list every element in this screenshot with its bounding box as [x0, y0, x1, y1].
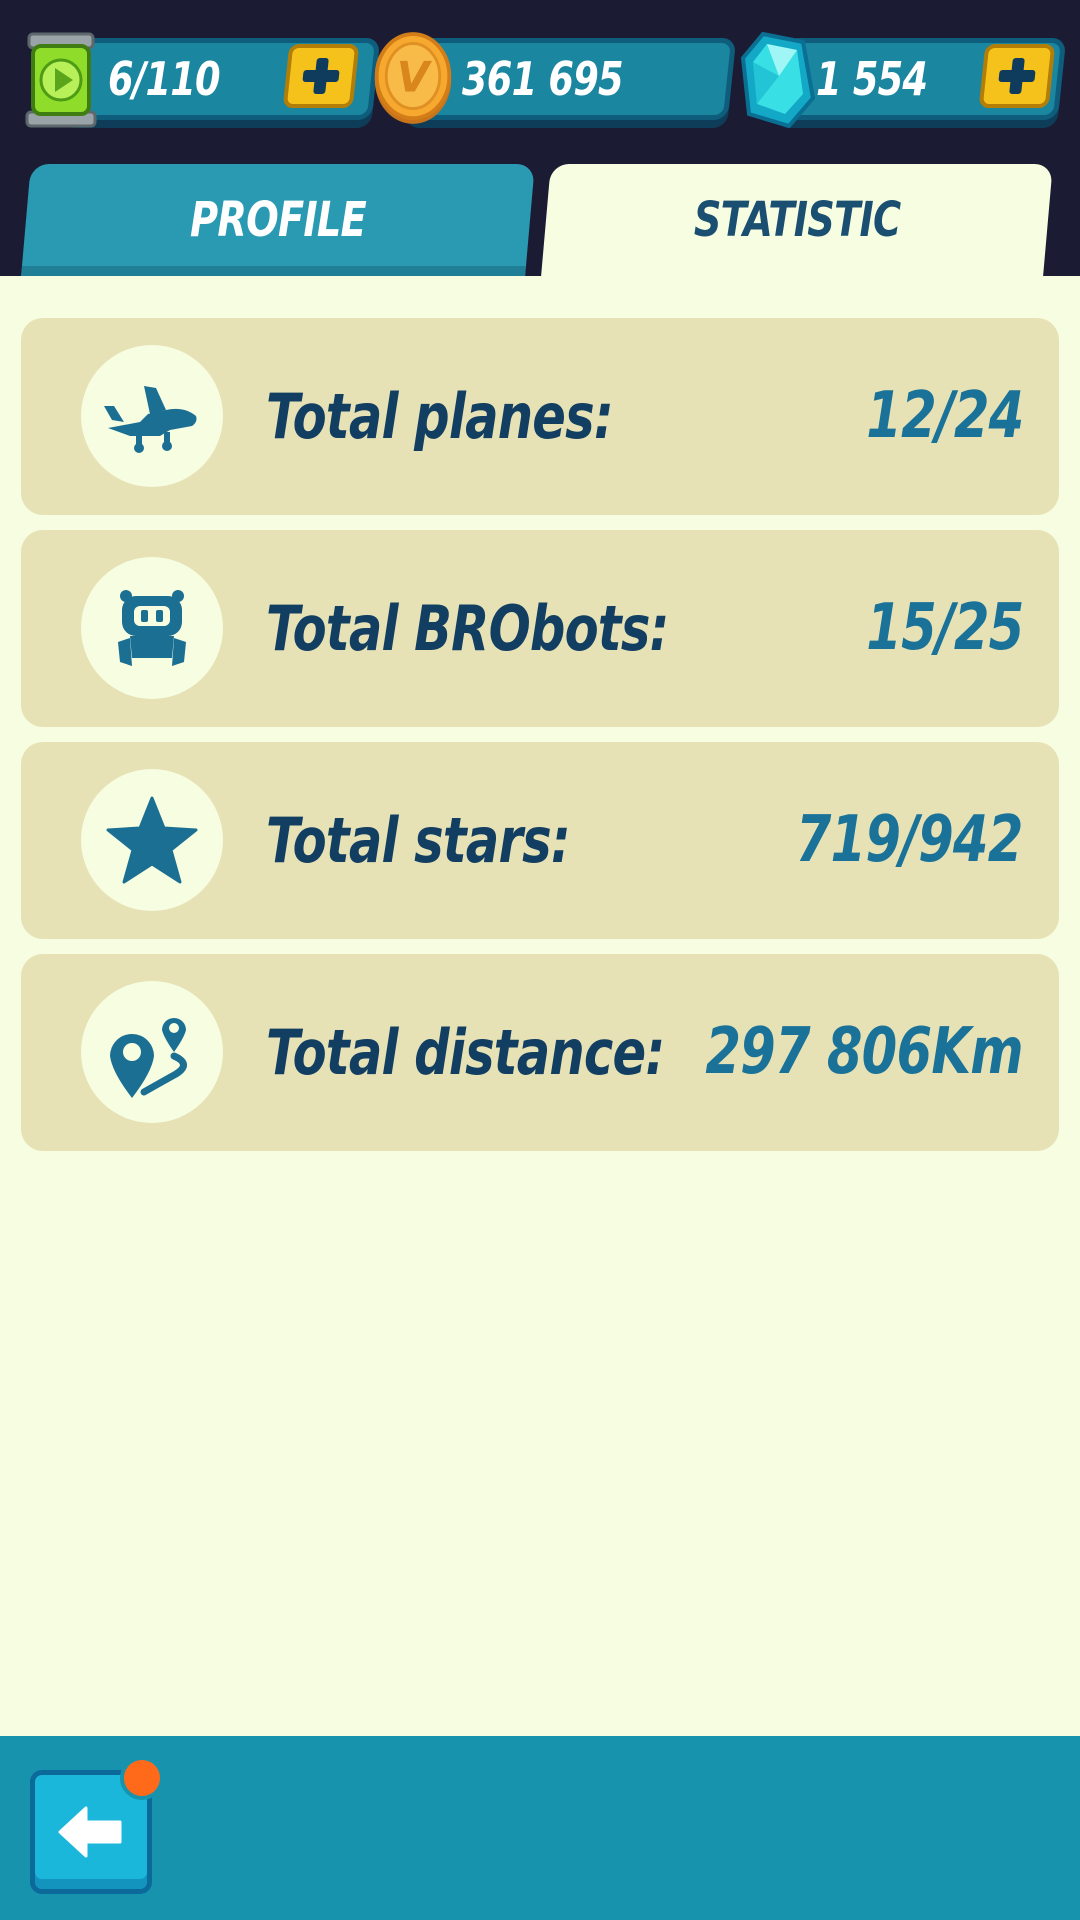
- stat-value: 12/24: [865, 379, 1024, 453]
- stat-label: Total planes:: [266, 380, 614, 453]
- top-bar: 6/110 V 361 695 1 554 PROFILE STATISTIC: [0, 0, 1080, 276]
- tab-profile-label: PROFILE: [190, 192, 367, 248]
- stat-icon-holder: [81, 345, 223, 487]
- tab-profile[interactable]: PROFILE: [21, 164, 535, 276]
- gems-value: 1 554: [816, 52, 928, 106]
- bottom-bar: [0, 1736, 1080, 1920]
- stat-label: Total BRObots:: [266, 592, 669, 665]
- add-energy-button[interactable]: [282, 44, 360, 108]
- star-icon: [106, 796, 198, 884]
- plus-icon: [302, 58, 340, 94]
- stat-label: Total distance:: [266, 1016, 665, 1089]
- stat-row-stars: Total stars: 719/942: [21, 742, 1059, 939]
- stat-label: Total stars:: [266, 804, 571, 877]
- stat-icon-holder: [81, 981, 223, 1123]
- energy-value: 6/110: [108, 52, 221, 106]
- stat-row-planes: Total planes: 12/24: [21, 318, 1059, 515]
- energy-battery-icon: [18, 28, 104, 132]
- coins-resource: V 361 695: [370, 32, 737, 124]
- notification-dot: [120, 1756, 164, 1800]
- gems-resource: 1 554: [736, 31, 1067, 129]
- stat-row-brobots: Total BRObots: 15/25: [21, 530, 1059, 727]
- stat-icon-holder: [81, 557, 223, 699]
- stat-value: 719/942: [796, 803, 1024, 877]
- arrow-left-icon: [58, 1806, 122, 1858]
- plus-icon: [998, 58, 1036, 94]
- gem-icon: [736, 28, 822, 132]
- robot-icon: [118, 590, 186, 666]
- svg-text:V: V: [397, 52, 433, 101]
- energy-resource: 6/110: [18, 32, 381, 128]
- stat-value: 297 806Km: [705, 1015, 1024, 1089]
- stat-row-distance: Total distance: 297 806Km: [21, 954, 1059, 1151]
- coins-value: 361 695: [462, 52, 624, 106]
- tab-statistic-label: STATISTIC: [693, 192, 901, 248]
- stat-value: 15/25: [865, 591, 1024, 665]
- add-gems-button[interactable]: [978, 44, 1056, 108]
- tab-statistic[interactable]: STATISTIC: [541, 164, 1053, 276]
- coin-icon: V: [370, 26, 456, 130]
- plane-icon: [104, 386, 197, 453]
- stat-icon-holder: [81, 769, 223, 911]
- route-pins-icon: [110, 1018, 187, 1098]
